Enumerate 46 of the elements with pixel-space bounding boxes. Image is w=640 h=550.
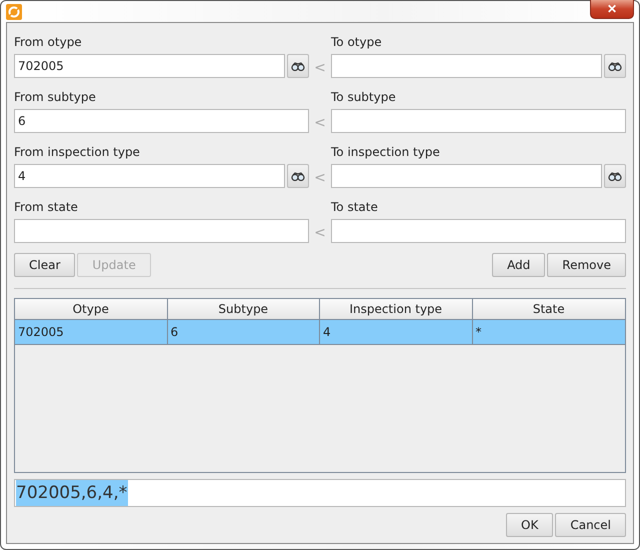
action-button[interactable]: Add [492,253,546,277]
dialog-button[interactable]: Cancel [555,513,626,537]
text-field[interactable] [331,54,602,78]
field-label: To subtype [331,89,397,106]
field-label: From otype [14,34,83,51]
table-cell: 4 [320,320,472,344]
range-separator: < [313,59,327,78]
table-cell: 702005 [15,320,168,344]
text-field[interactable]: 702005 [14,54,285,78]
close-button[interactable]: ✕ [590,0,634,18]
column-header[interactable]: State [472,299,625,320]
field-label: From state [14,199,79,216]
column-header[interactable]: Inspection type [320,299,472,320]
table-cell: 6 [168,320,320,344]
lookup-button[interactable] [287,164,309,188]
table-cell-text: * [474,324,482,341]
text-field[interactable] [331,109,626,133]
table-row[interactable]: 702005 6 4 * [15,320,625,345]
lookup-button[interactable] [604,54,626,78]
binoculars-icon [608,62,622,70]
range-separator: < [313,169,327,188]
text-field[interactable] [331,219,626,243]
text-field[interactable] [14,219,309,243]
field-label: To otype [331,34,383,51]
text-field[interactable]: 4 [14,164,285,188]
range-separator: < [313,114,327,133]
lookup-button[interactable] [287,54,309,78]
field-label: To state [331,199,379,216]
column-header[interactable]: Subtype [168,299,320,320]
binoculars-icon [291,62,305,70]
field-label: From subtype [14,89,97,106]
range-separator: < [313,224,327,243]
action-button[interactable]: Clear [14,253,76,277]
lookup-button[interactable] [604,164,626,188]
text-field[interactable] [331,164,602,188]
field-label: From inspection type [14,144,141,161]
column-header[interactable]: Otype [15,299,168,320]
text-field[interactable]: 6 [14,109,309,133]
field-label: To inspection type [331,144,441,161]
dialog-button[interactable]: OK [506,513,554,537]
app-logo-icon [6,4,22,20]
binoculars-icon [608,172,622,180]
binoculars-icon [291,172,305,180]
result-text: 702005,6,4,* [16,480,128,506]
result-field[interactable]: 702005,6,4,* [14,479,626,507]
action-button[interactable]: Remove [547,253,626,277]
